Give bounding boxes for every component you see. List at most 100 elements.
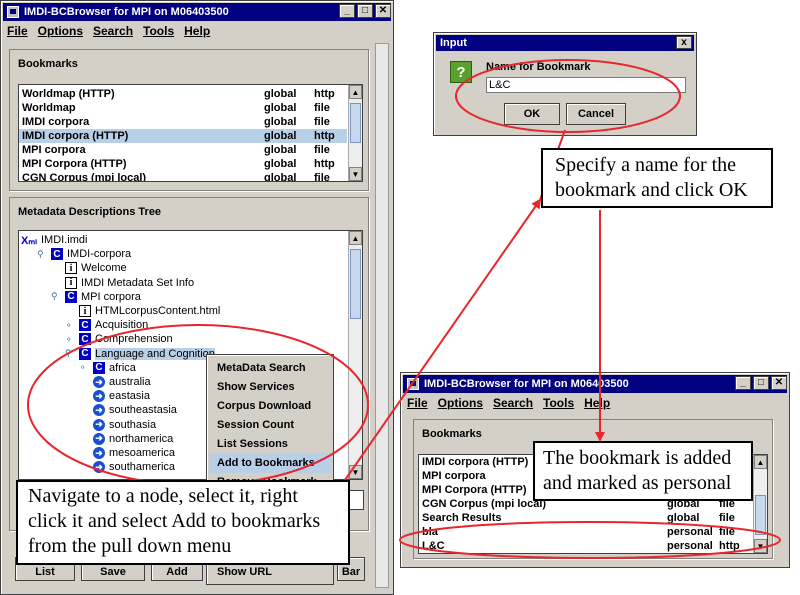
- dialog-titlebar[interactable]: Input: [436, 35, 694, 51]
- second-window-title: IMDI-BCBrowser for MPI on M06403500: [424, 378, 629, 390]
- tree-toggle-icon[interactable]: ⚲: [51, 291, 58, 302]
- maximize-icon[interactable]: □: [357, 4, 373, 18]
- input-box[interactable]: [348, 490, 364, 510]
- bookmark-row[interactable]: L&C personal http: [419, 539, 752, 553]
- bookmark-type: file: [314, 102, 330, 114]
- second-menu-options[interactable]: Options: [438, 396, 483, 410]
- tree-node[interactable]: ➜ southeastasia: [93, 403, 177, 417]
- second-scroll-down-icon[interactable]: ▼: [754, 539, 767, 553]
- xml-icon: Xₘₗ: [20, 234, 38, 247]
- second-menu-search[interactable]: Search: [493, 396, 533, 410]
- bookmark-row[interactable]: IMDI corpora (HTTP) global http: [19, 129, 347, 143]
- bookmark-scope: global: [264, 102, 297, 114]
- bookmark-type: file: [314, 172, 330, 182]
- tree-node[interactable]: ⚬ C Acquisition: [65, 318, 148, 332]
- tree-toggle-icon[interactable]: ⚬: [65, 334, 73, 345]
- bookmark-row[interactable]: CGN Corpus (mpi local) global file: [19, 171, 347, 182]
- tree-node[interactable]: ➜ northamerica: [93, 432, 173, 446]
- corpus-icon: C: [79, 319, 91, 332]
- bookmarks-scrollbar[interactable]: ▲ ▼: [348, 85, 362, 181]
- bookmark-name: IMDI corpora (HTTP): [22, 130, 129, 142]
- tree-node[interactable]: ⚲ C IMDI-corpora: [37, 247, 131, 261]
- bookmark-row[interactable]: Worldmap global file: [19, 101, 347, 115]
- tree-scrollbar[interactable]: ▲ ▼: [348, 231, 362, 479]
- second-maximize-icon[interactable]: □: [753, 376, 769, 390]
- bookmark-name: IMDI corpora: [22, 116, 90, 128]
- tree-toggle-icon[interactable]: ⚲: [65, 348, 72, 359]
- tree-toggle-icon[interactable]: ⚬: [65, 320, 73, 331]
- second-menu-help[interactable]: Help: [584, 396, 610, 410]
- specify-callout: Specify a name for the bookmark and clic…: [541, 148, 773, 208]
- tree-toggle-icon[interactable]: ⚲: [37, 249, 44, 260]
- tree-node-label: Language and Cognition: [95, 347, 215, 360]
- tree-node[interactable]: Xₘₗ IMDI.imdi: [21, 233, 87, 247]
- corpus-icon: C: [51, 248, 63, 261]
- bookmark-type: file: [719, 526, 735, 538]
- tree-node[interactable]: ➜ australia: [93, 375, 151, 389]
- tree-scroll-up-icon[interactable]: ▲: [349, 231, 362, 245]
- tree-node-label: Comprehension: [95, 333, 173, 346]
- scroll-thumb[interactable]: [350, 103, 361, 143]
- menu-item-metadata-search[interactable]: MetaData Search: [209, 358, 331, 378]
- menu-item-corpus-download[interactable]: Corpus Download: [209, 396, 331, 416]
- cancel-button[interactable]: Cancel: [566, 103, 626, 125]
- menu-help[interactable]: Help: [184, 24, 210, 38]
- menu-tools[interactable]: Tools: [143, 24, 174, 38]
- second-menubar: File Options Search Tools Help: [403, 394, 787, 412]
- bookmark-row[interactable]: Worldmap (HTTP) global http: [19, 87, 347, 101]
- tree-node[interactable]: ➜ eastasia: [93, 389, 150, 403]
- menu-item-add-to-bookmarks[interactable]: Add to Bookmarks: [209, 453, 331, 473]
- tree-node-label: Welcome: [81, 262, 127, 275]
- input-dialog: Input x ? Name for Bookmark L&C OK Cance…: [433, 32, 697, 136]
- menu-item-list-sessions[interactable]: List Sessions: [209, 434, 331, 454]
- menu-item-session-count[interactable]: Session Count: [209, 415, 331, 435]
- tree-node[interactable]: i HTMLcorpusContent.html: [79, 304, 220, 318]
- tree-node[interactable]: i IMDI Metadata Set Info: [65, 276, 194, 290]
- bookmarks-list[interactable]: Worldmap (HTTP) global http Worldmap global f…: [18, 84, 363, 182]
- second-minimize-icon[interactable]: _: [735, 376, 751, 390]
- second-menu-file[interactable]: File: [407, 396, 428, 410]
- window-scrollbar[interactable]: [375, 43, 389, 588]
- menu-search[interactable]: Search: [93, 24, 133, 38]
- main-titlebar[interactable]: IMDI-BCBrowser for MPI on M06403500: [3, 3, 391, 21]
- close-icon[interactable]: ✕: [375, 4, 391, 18]
- bookmark-row[interactable]: bla personal file: [419, 525, 752, 539]
- scroll-up-icon[interactable]: ▲: [349, 85, 362, 99]
- bookmark-row[interactable]: MPI Corpora (HTTP) global http: [19, 157, 347, 171]
- scroll-down-icon[interactable]: ▼: [349, 167, 362, 181]
- second-scroll-up-icon[interactable]: ▲: [754, 455, 767, 469]
- tree-scroll-down-icon[interactable]: ▼: [349, 465, 362, 479]
- menu-item-show-services[interactable]: Show Services: [209, 377, 331, 397]
- second-close-icon[interactable]: ✕: [771, 376, 787, 390]
- menu-item-show-url[interactable]: Show URL: [209, 562, 331, 582]
- bookmark-name: CGN Corpus (mpi local): [422, 498, 547, 510]
- minimize-icon[interactable]: _: [339, 4, 355, 18]
- corpus-icon: C: [79, 333, 91, 346]
- tree-node[interactable]: ⚲ C MPI corpora: [51, 290, 141, 304]
- tree-node[interactable]: ➜ mesoamerica: [93, 446, 175, 460]
- ok-button[interactable]: OK: [504, 103, 560, 125]
- tree-node[interactable]: ⚬ Cafrica: [79, 361, 136, 375]
- tree-node-label: southasia: [109, 418, 157, 431]
- tree-node[interactable]: ⚲ C Language and Cognition: [65, 347, 215, 361]
- dialog-close-icon[interactable]: x: [676, 36, 692, 49]
- bookmark-row[interactable]: IMDI corpora global file: [19, 115, 347, 129]
- bookmark-row[interactable]: Search Results global file: [419, 511, 752, 525]
- menu-file[interactable]: File: [7, 24, 28, 38]
- second-titlebar[interactable]: IMDI-BCBrowser for MPI on M06403500: [403, 375, 787, 393]
- tree-node[interactable]: ⚬ C Comprehension: [65, 332, 173, 346]
- tree-scroll-thumb[interactable]: [350, 249, 361, 319]
- second-bookmarks-scrollbar[interactable]: ▲ ▼: [753, 455, 767, 553]
- tree-node[interactable]: i Welcome: [65, 261, 127, 275]
- question-icon: ?: [450, 61, 472, 83]
- bookmark-row[interactable]: MPI corpora global file: [19, 143, 347, 157]
- tree-node[interactable]: ➜ southasia: [93, 418, 156, 432]
- bookmark-name-input[interactable]: L&C: [486, 77, 686, 93]
- second-menu-tools[interactable]: Tools: [543, 396, 574, 410]
- bookmark-name: MPI Corpora (HTTP): [22, 158, 127, 170]
- tree-title: Metadata Descriptions Tree: [18, 206, 162, 218]
- menu-options[interactable]: Options: [38, 24, 83, 38]
- tree-toggle-icon[interactable]: ⚬: [79, 362, 87, 373]
- second-scroll-thumb[interactable]: [755, 495, 766, 535]
- tree-node[interactable]: ➜ southamerica: [93, 460, 175, 474]
